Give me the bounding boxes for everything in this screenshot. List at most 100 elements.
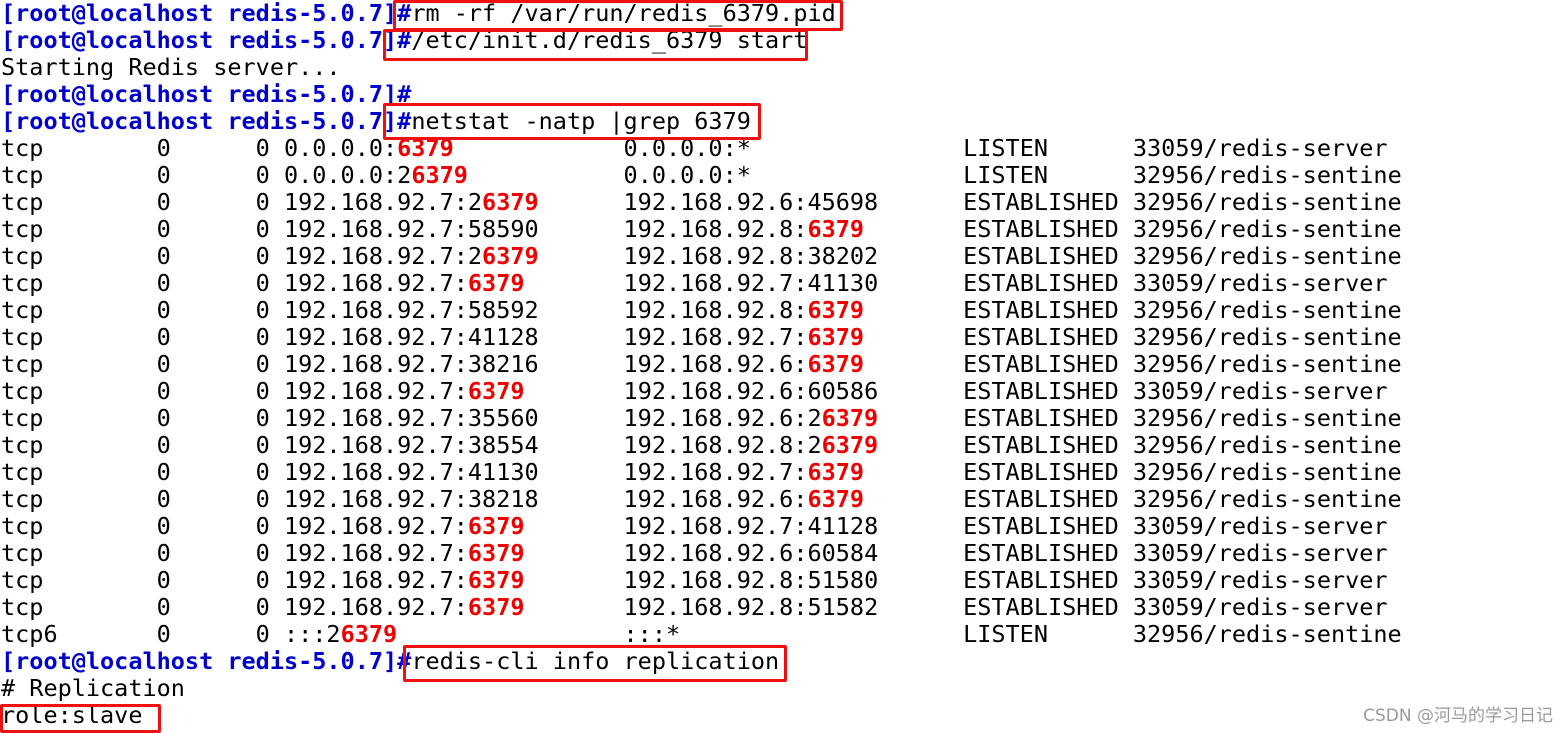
port-highlight: 6379	[411, 161, 468, 189]
netstat-row: tcp 0 0 192.168.92.7:6379 192.168.92.6:6…	[1, 378, 1402, 405]
send-q: 0	[170, 431, 284, 459]
port-highlight: 6379	[482, 188, 539, 216]
pid-program: 33059/redis-server	[1132, 566, 1388, 594]
local-address: 192.168.92.7:	[283, 512, 468, 540]
shell-prompt: [root@localhost redis-5.0.7]#	[1, 26, 412, 54]
port-highlight: 6379	[807, 215, 865, 243]
state: ESTABLISHED	[963, 350, 1133, 378]
recv-q: 0	[85, 566, 171, 594]
local-address: 192.168.92.7:35560	[283, 404, 539, 432]
port-highlight: 6379	[807, 350, 865, 378]
recv-q: 0	[85, 431, 171, 459]
highlight-box-rm-command	[393, 0, 843, 31]
pid-program: 32956/redis-sentine	[1132, 350, 1402, 378]
foreign-address: 0.0.0.0:*	[623, 161, 751, 189]
port-highlight: 6379	[467, 566, 525, 594]
foreign-address: 192.168.92.6:45698	[623, 188, 879, 216]
pad	[878, 188, 963, 216]
pad	[539, 458, 624, 486]
pad	[878, 269, 963, 297]
recv-q: 0	[85, 242, 171, 270]
foreign-address: 192.168.92.8:2	[623, 431, 822, 459]
proto: tcp	[1, 431, 86, 459]
shell-prompt: [root@localhost redis-5.0.7]#	[1, 107, 412, 135]
send-q: 0	[170, 269, 284, 297]
recv-q: 0	[85, 620, 171, 648]
recv-q: 0	[85, 485, 171, 513]
netstat-row: tcp 0 0 192.168.92.7:58590 192.168.92.8:…	[1, 216, 1402, 243]
port-highlight: 6379	[467, 593, 525, 621]
pid-program: 32956/redis-sentine	[1132, 161, 1402, 189]
local-address: 192.168.92.7:	[283, 377, 468, 405]
recv-q: 0	[85, 350, 171, 378]
pad	[878, 512, 963, 540]
netstat-row: tcp 0 0 192.168.92.7:38218 192.168.92.6:…	[1, 486, 1402, 513]
recv-q: 0	[85, 134, 171, 162]
state: ESTABLISHED	[963, 458, 1133, 486]
proto: tcp	[1, 323, 86, 351]
pad	[539, 296, 624, 324]
port-highlight: 6379	[467, 269, 525, 297]
port-highlight: 6379	[821, 404, 879, 432]
pid-program: 32956/redis-sentine	[1132, 431, 1402, 459]
netstat-row: tcp 0 0 192.168.92.7:58592 192.168.92.8:…	[1, 297, 1402, 324]
local-address: 192.168.92.7:38218	[283, 485, 539, 513]
pad	[539, 242, 624, 270]
pid-program: 33059/redis-server	[1132, 539, 1388, 567]
send-q: 0	[170, 323, 284, 351]
send-q: 0	[170, 134, 284, 162]
state: ESTABLISHED	[963, 242, 1133, 270]
pid-program: 32956/redis-sentine	[1132, 404, 1402, 432]
netstat-row: tcp 0 0 192.168.92.7:41130 192.168.92.7:…	[1, 459, 1402, 486]
pad	[539, 404, 624, 432]
netstat-row: tcp 0 0 192.168.92.7:6379 192.168.92.8:5…	[1, 567, 1402, 594]
local-address: 0.0.0.0:	[283, 134, 398, 162]
pad	[539, 215, 624, 243]
recv-q: 0	[85, 512, 171, 540]
port-highlight: 6379	[340, 620, 398, 648]
pad	[864, 485, 963, 513]
pad	[539, 323, 624, 351]
pid-program: 32956/redis-sentine	[1132, 323, 1402, 351]
pid-program: 33059/redis-server	[1132, 377, 1388, 405]
foreign-address: 192.168.92.7:41128	[623, 512, 879, 540]
send-q: 0	[170, 485, 284, 513]
pad	[539, 188, 624, 216]
pad	[878, 242, 963, 270]
state: ESTABLISHED	[963, 296, 1133, 324]
local-address: :::2	[283, 620, 341, 648]
netstat-row: tcp 0 0 192.168.92.7:6379 192.168.92.7:4…	[1, 270, 1402, 297]
port-highlight: 6379	[467, 377, 525, 405]
proto: tcp	[1, 593, 86, 621]
pad	[878, 593, 963, 621]
pad	[525, 269, 624, 297]
port-highlight: 6379	[807, 458, 865, 486]
local-address: 192.168.92.7:58590	[283, 215, 539, 243]
netstat-row: tcp 0 0 192.168.92.7:6379 192.168.92.7:4…	[1, 513, 1402, 540]
pad	[397, 620, 623, 648]
state: ESTABLISHED	[963, 431, 1133, 459]
foreign-address: 192.168.92.7:	[623, 458, 808, 486]
netstat-row: tcp 0 0 0.0.0.0:26379 0.0.0.0:* LISTEN 3…	[1, 162, 1402, 189]
pid-program: 32956/redis-sentine	[1132, 620, 1402, 648]
pad	[878, 377, 963, 405]
proto: tcp	[1, 512, 86, 540]
proto: tcp	[1, 485, 86, 513]
pid-program: 33059/redis-server	[1132, 512, 1388, 540]
pad	[878, 539, 963, 567]
pad	[864, 323, 963, 351]
pad	[864, 350, 963, 378]
proto: tcp	[1, 215, 86, 243]
pad	[680, 620, 963, 648]
local-address: 192.168.92.7:41128	[283, 323, 539, 351]
send-q: 0	[170, 161, 284, 189]
pad	[878, 404, 963, 432]
pad	[525, 512, 624, 540]
foreign-address: 192.168.92.8:	[623, 296, 808, 324]
pad	[525, 539, 624, 567]
proto: tcp	[1, 566, 86, 594]
send-q: 0	[170, 350, 284, 378]
proto: tcp	[1, 269, 86, 297]
netstat-row: tcp 0 0 192.168.92.7:6379 192.168.92.8:5…	[1, 594, 1402, 621]
send-q: 0	[170, 593, 284, 621]
